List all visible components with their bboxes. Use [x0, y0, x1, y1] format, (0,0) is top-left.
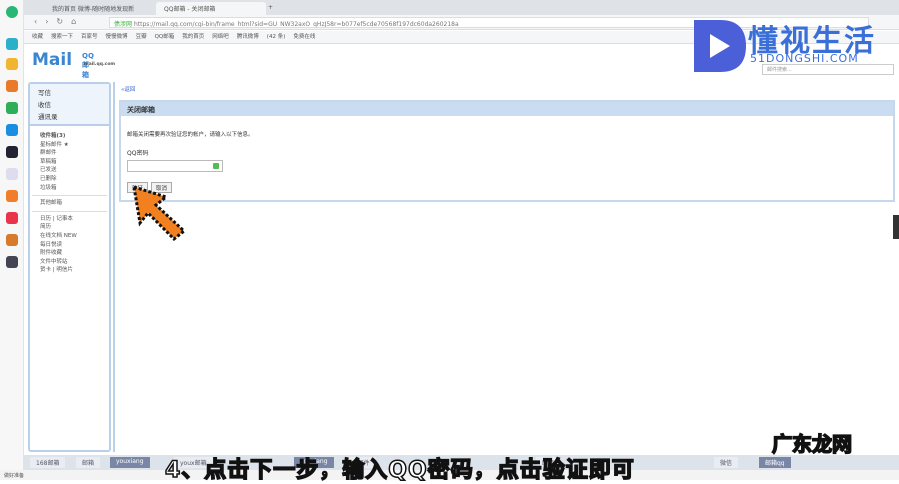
- contacts-link[interactable]: 通讯录: [38, 111, 101, 123]
- qq-password-input[interactable]: [127, 160, 223, 172]
- security-badge: 债涉网: [114, 21, 133, 28]
- address-bar: ‹›↻⌂ 债涉网 https://mail.qq.com/cgi-bin/fra…: [24, 15, 899, 30]
- bookmark[interactable]: QQ邮箱: [155, 34, 175, 40]
- qqmail-logo[interactable]: Mail QQ邮箱 mail.qq.com: [32, 50, 115, 79]
- app-icon[interactable]: [6, 102, 18, 114]
- bookmark[interactable]: (42 条): [267, 34, 286, 40]
- back-link[interactable]: «返回: [121, 85, 135, 93]
- bookmark[interactable]: 慢慢微博: [106, 34, 128, 40]
- tool-docs[interactable]: 在线文档 NEW: [40, 232, 99, 241]
- app-icon[interactable]: [6, 124, 18, 136]
- taskbar-item[interactable]: youxiang: [110, 457, 150, 468]
- tab-weibo[interactable]: 我的首页 微博-随时随地发现新: [44, 2, 142, 15]
- tool-cards[interactable]: 贺卡 | 明信片: [40, 266, 99, 275]
- password-label: QQ密码: [127, 150, 149, 157]
- app-icon[interactable]: [6, 38, 18, 50]
- bookmark[interactable]: 我的首页: [182, 34, 204, 40]
- tab-qqmail[interactable]: QQ邮箱 - 关闭邮箱: [156, 2, 266, 15]
- folder-drafts[interactable]: 草稿箱: [40, 158, 99, 167]
- app-icon[interactable]: [6, 168, 18, 180]
- bookmark[interactable]: 腾讯微博: [237, 34, 259, 40]
- folder-inbox[interactable]: 收件箱(3): [40, 132, 99, 141]
- tool-file-transfer[interactable]: 文件中转站: [40, 258, 99, 267]
- taskbar-item[interactable]: 168邮箱: [30, 457, 66, 468]
- bookmark[interactable]: 免费在线: [293, 34, 315, 40]
- bookmarks-bar: 收藏 搜索一下 百家号 慢慢微博 豆瓣 QQ邮箱 我的首页 网络吧 腾讯微博 (42 条) 免费在线: [24, 31, 899, 44]
- app-dock: [0, 0, 24, 480]
- tab-bar: 我的首页 微博-随时随地发现新 QQ邮箱 - 关闭邮箱 +: [24, 0, 899, 15]
- scrollbar[interactable]: [893, 215, 899, 239]
- browser-icon[interactable]: [6, 6, 18, 18]
- folder-spam[interactable]: 垃圾箱: [40, 184, 99, 193]
- app-icon[interactable]: [6, 256, 18, 268]
- main-content: «返回 关闭邮箱 邮箱关闭需要再次验证您的帐户，请输入以下信息。 QQ密码 验证…: [113, 82, 895, 452]
- instruction-text: 邮箱关闭需要再次验证您的帐户，请输入以下信息。: [127, 132, 254, 138]
- sidebar: 写信 收信 通讯录 收件箱(3) 星标邮件 ★ 群邮件 草稿箱 已发送 已删除 …: [28, 82, 111, 452]
- corner-watermark: 广东龙网: [771, 431, 853, 457]
- bookmark[interactable]: 收藏: [32, 34, 43, 40]
- other-mailboxes[interactable]: 其他邮箱: [40, 199, 99, 208]
- app-icon[interactable]: [6, 80, 18, 92]
- app-icon[interactable]: [6, 146, 18, 158]
- url-input[interactable]: 债涉网 https://mail.qq.com/cgi-bin/frame_ht…: [109, 17, 869, 28]
- folder-deleted[interactable]: 已删除: [40, 175, 99, 184]
- new-tab-button[interactable]: +: [260, 2, 281, 15]
- close-mailbox-panel: 关闭邮箱 邮箱关闭需要再次验证您的帐户，请输入以下信息。 QQ密码 验证 取消: [119, 100, 895, 202]
- tool-resume[interactable]: 简历: [40, 223, 99, 232]
- app-icon[interactable]: [6, 190, 18, 202]
- tool-reading[interactable]: 每日悦读: [40, 241, 99, 250]
- video-subtitle: 4、点击下一步，输入QQ密码，点击验证即可: [164, 457, 635, 484]
- nav-buttons[interactable]: ‹›↻⌂: [34, 17, 84, 26]
- pointer-arrow-icon: [132, 184, 187, 242]
- bookmark[interactable]: 搜索一下: [51, 34, 73, 40]
- receive-link[interactable]: 收信: [38, 99, 101, 111]
- taskbar-item[interactable]: 邮箱: [76, 457, 101, 468]
- compose-link[interactable]: 写信: [38, 87, 101, 99]
- panel-title: 关闭邮箱: [121, 102, 893, 116]
- tool-calendar[interactable]: 日历 | 记事本: [40, 215, 99, 224]
- bookmark[interactable]: 网络吧: [212, 34, 229, 40]
- app-icon[interactable]: [6, 234, 18, 246]
- tool-attachments[interactable]: 附件收藏: [40, 249, 99, 258]
- folder-group[interactable]: 群邮件: [40, 149, 99, 158]
- bookmark[interactable]: 百家号: [81, 34, 98, 40]
- folder-starred[interactable]: 星标邮件 ★: [40, 141, 99, 150]
- url-text: https://mail.qq.com/cgi-bin/frame_html?s…: [133, 21, 459, 28]
- mail-search-input[interactable]: 邮件搜索...: [762, 64, 894, 75]
- keyboard-icon[interactable]: [213, 163, 219, 169]
- taskbar-item[interactable]: 微信: [714, 457, 739, 468]
- taskbar-item[interactable]: 邮箱qq: [759, 457, 791, 468]
- app-icon[interactable]: [6, 212, 18, 224]
- star-app-icon[interactable]: [6, 58, 18, 70]
- bookmark[interactable]: 豆瓣: [136, 34, 147, 40]
- folder-sent[interactable]: 已发送: [40, 166, 99, 175]
